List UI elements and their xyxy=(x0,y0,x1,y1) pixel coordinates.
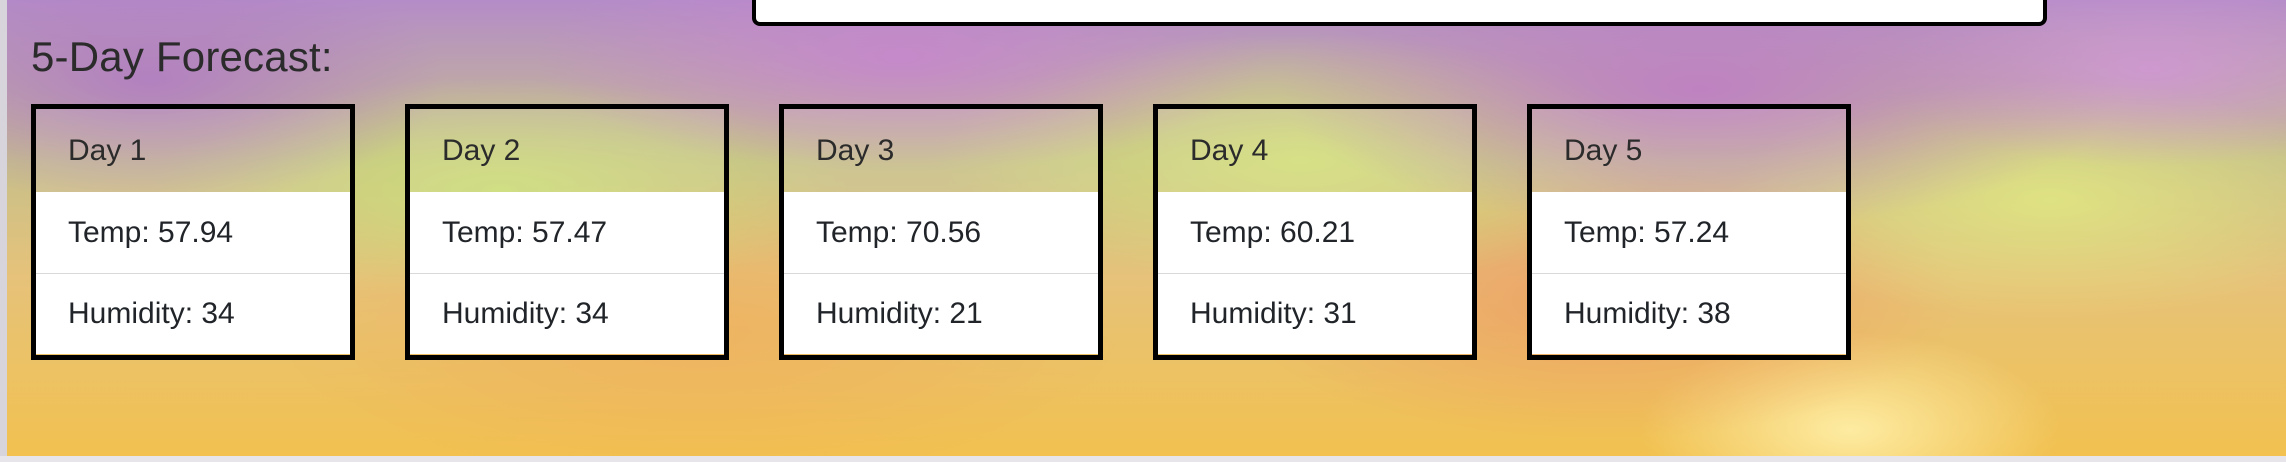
window-left-edge xyxy=(0,0,7,462)
card-temperature: Temp: 60.21 xyxy=(1158,192,1472,273)
card-day-label: Day 5 xyxy=(1532,109,1846,192)
card-day-label: Day 2 xyxy=(410,109,724,192)
card-day-label: Day 4 xyxy=(1158,109,1472,192)
current-weather-panel xyxy=(752,0,2047,26)
card-temperature: Temp: 57.94 xyxy=(36,192,350,273)
card-humidity: Humidity: 38 xyxy=(1532,273,1846,354)
forecast-cards: Day 1 Temp: 57.94 Humidity: 34 Day 2 Tem… xyxy=(31,104,1851,360)
card-humidity: Humidity: 31 xyxy=(1158,273,1472,354)
card-temperature: Temp: 57.24 xyxy=(1532,192,1846,273)
card-humidity: Humidity: 21 xyxy=(784,273,1098,354)
forecast-card-day-2: Day 2 Temp: 57.47 Humidity: 34 xyxy=(405,104,729,360)
card-humidity: Humidity: 34 xyxy=(410,273,724,354)
window-bottom-edge xyxy=(0,456,2286,462)
forecast-card-day-3: Day 3 Temp: 70.56 Humidity: 21 xyxy=(779,104,1103,360)
forecast-card-day-1: Day 1 Temp: 57.94 Humidity: 34 xyxy=(31,104,355,360)
card-day-label: Day 3 xyxy=(784,109,1098,192)
forecast-card-day-5: Day 5 Temp: 57.24 Humidity: 38 xyxy=(1527,104,1851,360)
card-temperature: Temp: 70.56 xyxy=(784,192,1098,273)
forecast-card-day-4: Day 4 Temp: 60.21 Humidity: 31 xyxy=(1153,104,1477,360)
card-humidity: Humidity: 34 xyxy=(36,273,350,354)
forecast-heading: 5-Day Forecast: xyxy=(31,33,333,80)
card-temperature: Temp: 57.47 xyxy=(410,192,724,273)
card-day-label: Day 1 xyxy=(36,109,350,192)
